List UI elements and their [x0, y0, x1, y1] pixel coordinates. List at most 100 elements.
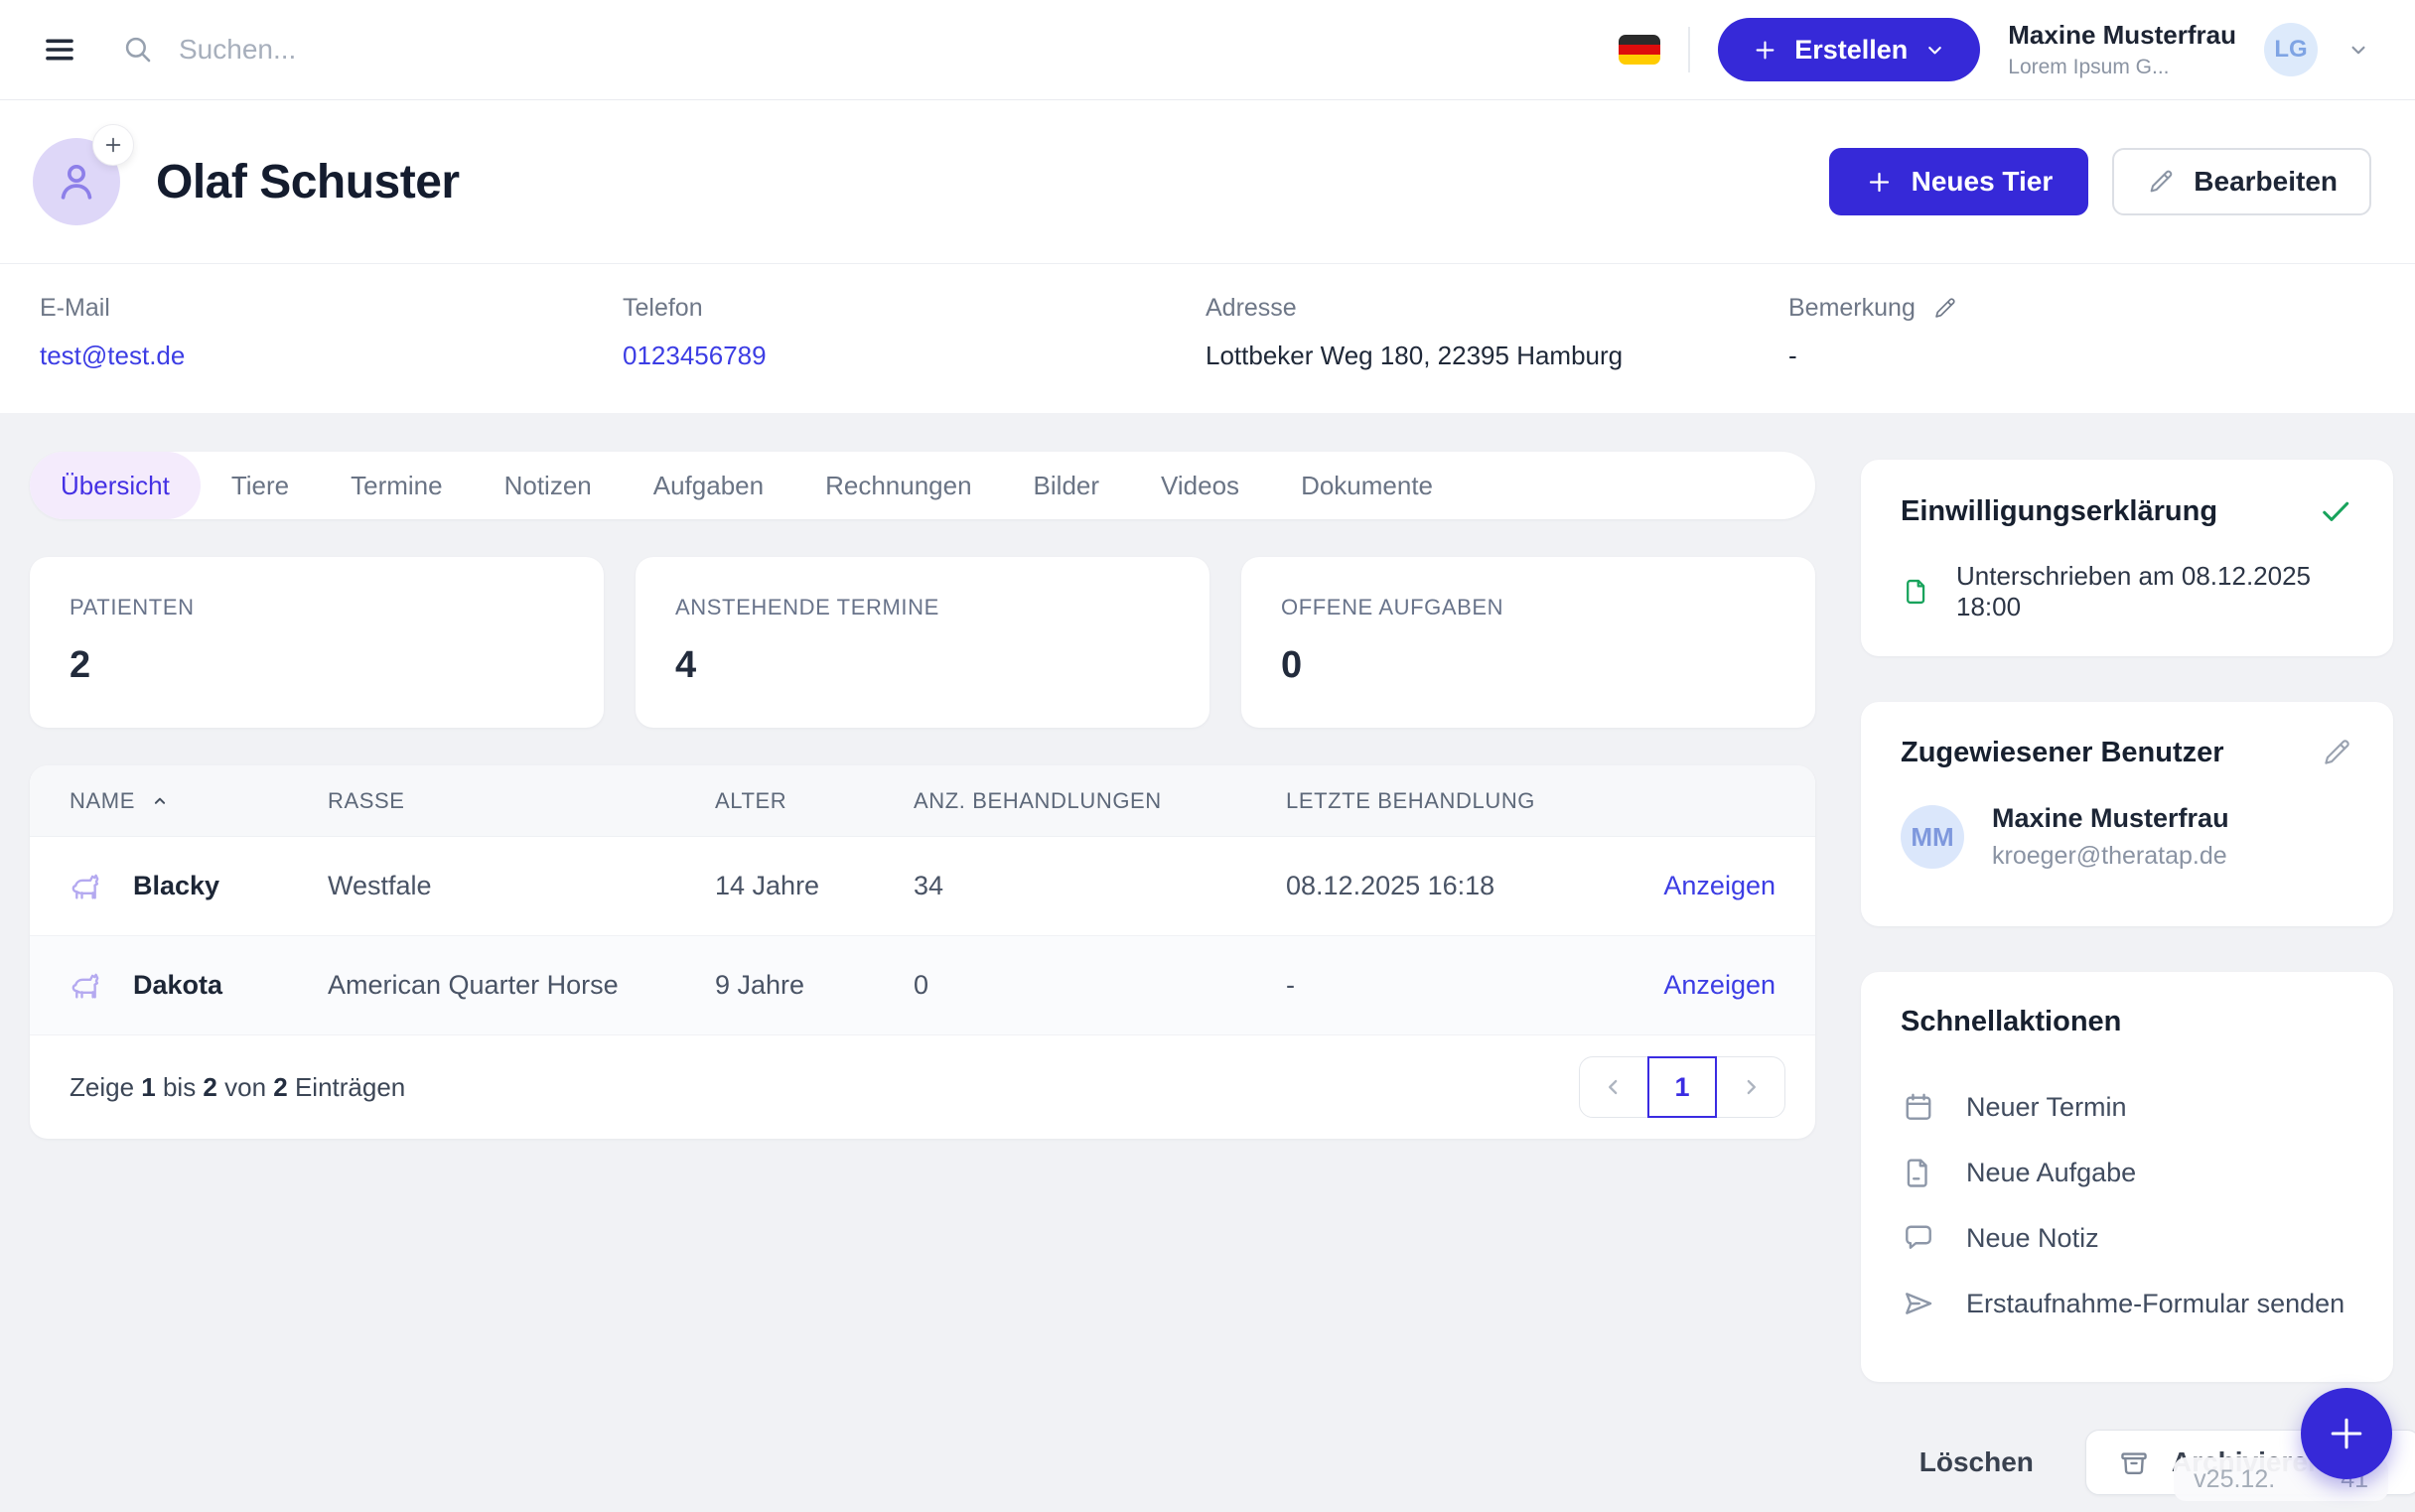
header-actions: Neues Tier Bearbeiten	[1829, 148, 2371, 215]
show-animal-link[interactable]: Anzeigen	[1663, 970, 1776, 1001]
document-icon	[1901, 576, 1932, 608]
note-value: -	[1788, 341, 2371, 371]
tab-dokumente[interactable]: Dokumente	[1270, 452, 1464, 519]
pagination-prev-button[interactable]	[1580, 1057, 1647, 1117]
animal-name: Dakota	[133, 970, 222, 1001]
chevron-right-icon	[1738, 1074, 1764, 1100]
stat-card-termine: ANSTEHENDE TERMINE 4	[636, 557, 1209, 728]
check-icon	[2318, 493, 2353, 529]
version-prefix: v25.12.	[2194, 1465, 2275, 1494]
table-row-blacky[interactable]: Blacky Westfale 14 Jahre 34 08.12.2025 1…	[30, 837, 1815, 936]
quick-action-label: Neuer Termin	[1966, 1092, 2127, 1123]
hamburger-menu-icon	[42, 32, 77, 68]
user-menu-chevron-down-icon[interactable]	[2345, 37, 2371, 63]
tab-uebersicht[interactable]: Übersicht	[30, 452, 201, 519]
pencil-icon	[2146, 167, 2176, 197]
column-header-letzte-behandlung: LETZTE BEHANDLUNG	[1286, 788, 1643, 814]
tab-termine[interactable]: Termine	[320, 452, 473, 519]
topbar-right: Erstellen Maxine Musterfrau Lorem Ipsum …	[1619, 18, 2371, 81]
email-link[interactable]: test@test.de	[40, 341, 185, 371]
animals-table: NAME RASSE ALTER ANZ. BEHANDLUNGEN LETZT…	[30, 765, 1815, 1139]
tab-bilder[interactable]: Bilder	[1003, 452, 1130, 519]
column-header-alter: ALTER	[715, 788, 914, 814]
assigned-user-title: Zugewiesener Benutzer	[1901, 737, 2224, 769]
tab-tiere[interactable]: Tiere	[201, 452, 320, 519]
phone-link[interactable]: 0123456789	[623, 341, 767, 371]
show-animal-link[interactable]: Anzeigen	[1663, 871, 1776, 901]
topbar: Erstellen Maxine Musterfrau Lorem Ipsum …	[0, 0, 2415, 100]
client-header: Olaf Schuster Neues Tier Bearbeiten E-Ma…	[0, 100, 2415, 413]
column-header-name[interactable]: NAME	[70, 788, 328, 814]
quick-action-send-intake-form[interactable]: Erstaufnahme-Formular senden	[1901, 1271, 2353, 1336]
stat-label: ANSTEHENDE TERMINE	[675, 595, 1170, 620]
tab-notizen[interactable]: Notizen	[474, 452, 623, 519]
pagination-next-button[interactable]	[1717, 1057, 1784, 1117]
language-flag-german[interactable]	[1619, 35, 1660, 65]
global-search	[121, 33, 1581, 67]
note-label: Bemerkung	[1788, 294, 1916, 323]
animal-breed: American Quarter Horse	[328, 970, 715, 1001]
quick-action-new-task[interactable]: Neue Aufgabe	[1901, 1140, 2353, 1205]
consent-signed-row[interactable]: Unterschrieben am 08.12.2025 18:00	[1901, 561, 2353, 622]
tabs-bar: Übersicht Tiere Termine Notizen Aufgaben…	[30, 452, 1815, 519]
animal-breed: Westfale	[328, 871, 715, 901]
assigned-user-avatar: MM	[1901, 805, 1964, 869]
column-header-name-label: NAME	[70, 788, 135, 814]
chevron-left-icon	[1601, 1074, 1627, 1100]
stat-cards: PATIENTEN 2 ANSTEHENDE TERMINE 4 OFFENE …	[30, 557, 1815, 728]
tab-videos[interactable]: Videos	[1130, 452, 1270, 519]
new-animal-button[interactable]: Neues Tier	[1829, 148, 2089, 215]
quick-action-new-note[interactable]: Neue Notiz	[1901, 1205, 2353, 1271]
pagination-page-1[interactable]: 1	[1647, 1056, 1717, 1118]
animal-last-treatment: -	[1286, 970, 1643, 1001]
task-icon	[1901, 1155, 1936, 1190]
stat-card-aufgaben: OFFENE AUFGABEN 0	[1241, 557, 1815, 728]
consent-signed-text: Unterschrieben am 08.12.2025 18:00	[1956, 561, 2353, 622]
fab-add-button[interactable]	[2301, 1388, 2392, 1479]
tab-aufgaben[interactable]: Aufgaben	[623, 452, 794, 519]
create-button-label: Erstellen	[1794, 35, 1908, 66]
quick-action-label: Neue Aufgabe	[1966, 1158, 2136, 1188]
sort-ascending-icon	[149, 790, 171, 812]
create-button[interactable]: Erstellen	[1718, 18, 1980, 81]
phone-label: Telefon	[623, 294, 1206, 323]
edit-note-pencil-icon[interactable]	[1931, 295, 1958, 322]
table-row-dakota[interactable]: Dakota American Quarter Horse 9 Jahre 0 …	[30, 936, 1815, 1035]
edit-client-button[interactable]: Bearbeiten	[2112, 148, 2371, 215]
stat-label: PATIENTEN	[70, 595, 564, 620]
quick-action-new-appointment[interactable]: Neuer Termin	[1901, 1074, 2353, 1140]
contact-info: E-Mail test@test.de Telefon 0123456789 A…	[0, 263, 2415, 413]
email-label: E-Mail	[40, 294, 623, 323]
animal-last-treatment: 08.12.2025 16:18	[1286, 871, 1643, 901]
send-icon	[1901, 1286, 1936, 1321]
contact-email: E-Mail test@test.de	[40, 294, 623, 371]
upload-photo-button[interactable]	[92, 124, 134, 166]
client-avatar	[33, 138, 120, 225]
flag-stripe-gold	[1619, 55, 1660, 65]
quick-actions-card: Schnellaktionen Neuer Termin Neue Aufgab…	[1861, 972, 2393, 1382]
assigned-user-name: Maxine Musterfrau	[1992, 803, 2229, 834]
edit-assigned-user-pencil-icon[interactable]	[2320, 736, 2353, 769]
entries-summary: Zeige 1 bis 2 von 2 Einträgen	[70, 1072, 405, 1103]
user-name: Maxine Musterfrau	[2008, 20, 2236, 51]
address-value: Lottbeker Weg 180, 22395 Hamburg	[1206, 341, 1788, 371]
table-footer: Zeige 1 bis 2 von 2 Einträgen 1	[30, 1035, 1815, 1139]
pagination: 1	[1579, 1056, 1785, 1118]
tab-rechnungen[interactable]: Rechnungen	[794, 452, 1002, 519]
flag-stripe-red	[1619, 45, 1660, 55]
delete-client-button[interactable]: Löschen	[1914, 1445, 2040, 1479]
column-header-behandlungen: ANZ. BEHANDLUNGEN	[914, 788, 1286, 814]
user-avatar[interactable]: LG	[2264, 23, 2318, 76]
contact-note: Bemerkung -	[1788, 294, 2371, 371]
topbar-divider	[1688, 27, 1690, 72]
flag-stripe-black	[1619, 35, 1660, 45]
assigned-user-card: Zugewiesener Benutzer MM Maxine Musterfr…	[1861, 702, 2393, 926]
search-input[interactable]	[177, 33, 872, 67]
hamburger-menu-button[interactable]	[36, 26, 83, 73]
calendar-icon	[1901, 1089, 1936, 1125]
user-menu[interactable]: Maxine Musterfrau Lorem Ipsum G...	[2008, 20, 2236, 79]
plus-icon	[1865, 168, 1894, 197]
archive-box-icon	[2116, 1444, 2152, 1480]
right-sidebar: Einwilligungserklärung Unterschrieben am…	[1861, 452, 2393, 1512]
stat-value: 0	[1281, 644, 1776, 687]
